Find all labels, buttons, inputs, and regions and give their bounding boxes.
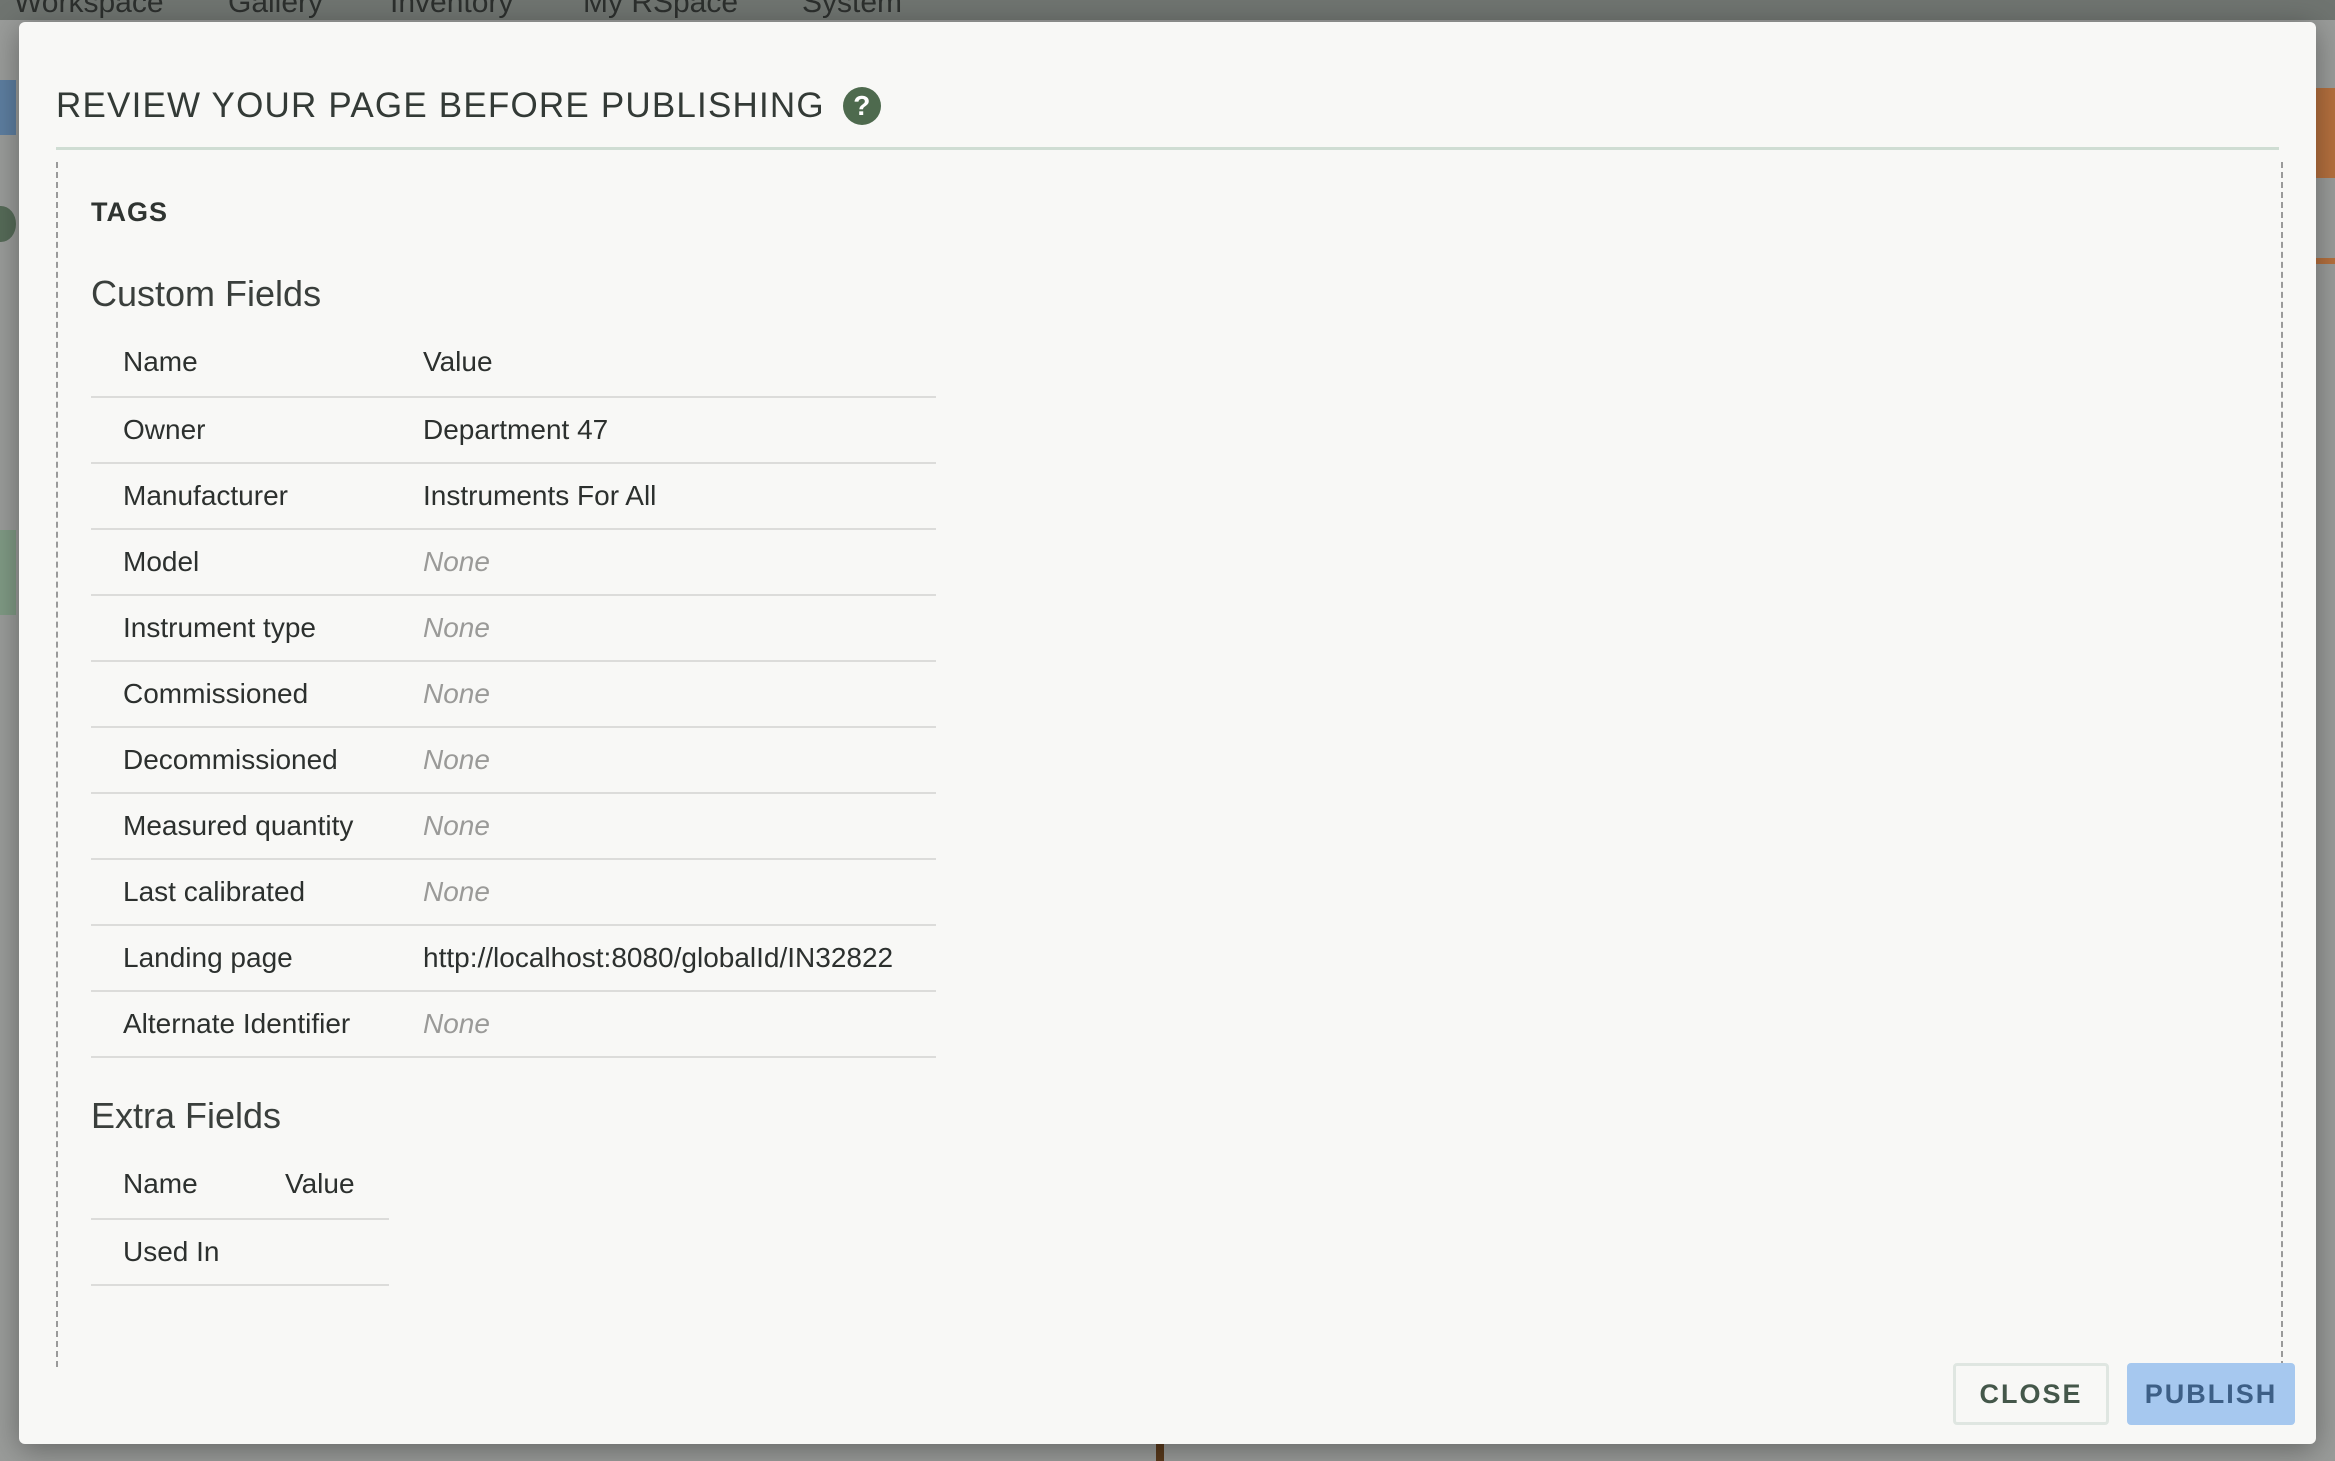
- field-value: None: [391, 859, 936, 926]
- table-header-row: Name Value: [91, 327, 936, 398]
- table-row: Manufacturer Instruments For All: [91, 463, 936, 530]
- background-left-strip: [0, 80, 16, 135]
- close-button[interactable]: CLOSE: [1953, 1363, 2109, 1425]
- field-value: [253, 1219, 389, 1286]
- nav-item-workspace: Workspace: [14, 0, 164, 19]
- column-header-value: Value: [253, 1149, 389, 1220]
- help-icon[interactable]: ?: [842, 87, 881, 125]
- field-value: Instruments For All: [391, 463, 936, 530]
- tags-heading: TAGS: [91, 197, 168, 227]
- field-name: Landing page: [91, 925, 391, 992]
- table-row: Decommissioned None: [91, 727, 936, 794]
- field-name: Alternate Identifier: [91, 991, 391, 1058]
- dialog-body[interactable]: TAGS Custom Fields Name Value Owner Depar…: [56, 162, 2283, 1367]
- column-header-value: Value: [391, 327, 936, 398]
- dialog-header: REVIEW YOUR PAGE BEFORE PUBLISHING ?: [56, 62, 2279, 150]
- extra-fields-rows: Used In: [91, 1219, 389, 1286]
- background-left-strip-2: [0, 530, 16, 615]
- custom-fields-title: Custom Fields: [91, 273, 322, 314]
- extra-fields-title: Extra Fields: [91, 1095, 282, 1136]
- column-header-name: Name: [91, 1149, 253, 1220]
- field-value: http://localhost:8080/globalId/IN32822: [391, 925, 936, 992]
- nav-item-my-rspace: My RSpace: [583, 0, 739, 19]
- dialog-title: REVIEW YOUR PAGE BEFORE PUBLISHING: [56, 86, 825, 125]
- table-header-row: Name Value: [91, 1149, 389, 1220]
- nav-item-system: System: [802, 0, 903, 19]
- table-row: Alternate Identifier None: [91, 991, 936, 1058]
- field-name: Used In: [91, 1219, 253, 1286]
- field-name: Instrument type: [91, 595, 391, 662]
- field-name: Owner: [91, 397, 391, 464]
- field-value: None: [391, 661, 936, 728]
- background-badge: [0, 206, 16, 242]
- field-name: Decommissioned: [91, 727, 391, 794]
- nav-item-gallery: Gallery: [228, 0, 324, 19]
- table-row: Owner Department 47: [91, 397, 936, 464]
- custom-fields-rows: Owner Department 47 Manufacturer Instrument…: [91, 397, 936, 1058]
- extra-fields-table: Name Value Used In: [91, 1149, 389, 1286]
- nav-item-inventory: Inventory: [390, 0, 514, 19]
- table-row: Model None: [91, 529, 936, 596]
- field-value: None: [391, 529, 936, 596]
- table-row: Instrument type None: [91, 595, 936, 662]
- background-top-nav: Workspace Gallery Inventory My RSpace Sy…: [0, 0, 2335, 20]
- field-name: Model: [91, 529, 391, 596]
- field-value: None: [391, 727, 936, 794]
- field-value: Department 47: [391, 397, 936, 464]
- custom-fields-table: Name Value Owner Department 47 Manufacture…: [91, 327, 936, 1058]
- column-header-name: Name: [91, 327, 391, 398]
- table-row: Used In: [91, 1219, 389, 1286]
- field-name: Measured quantity: [91, 793, 391, 860]
- field-value: None: [391, 793, 936, 860]
- publish-button[interactable]: PUBLISH: [2127, 1363, 2295, 1425]
- publish-review-dialog: REVIEW YOUR PAGE BEFORE PUBLISHING ? TAG…: [19, 22, 2316, 1444]
- review-content: TAGS Custom Fields Name Value Owner Depar…: [58, 197, 2281, 1366]
- background-right-panel: [2315, 88, 2335, 178]
- table-row: Landing page http://localhost:8080/global…: [91, 925, 936, 992]
- table-row: Last calibrated None: [91, 859, 936, 926]
- field-name: Commissioned: [91, 661, 391, 728]
- field-name: Manufacturer: [91, 463, 391, 530]
- background-right-line: [2315, 258, 2335, 264]
- table-row: Measured quantity None: [91, 793, 936, 860]
- next-section-heading-clipped: [91, 1346, 2281, 1366]
- field-value: None: [391, 595, 936, 662]
- field-name: Last calibrated: [91, 859, 391, 926]
- field-value: None: [391, 991, 936, 1058]
- table-row: Commissioned None: [91, 661, 936, 728]
